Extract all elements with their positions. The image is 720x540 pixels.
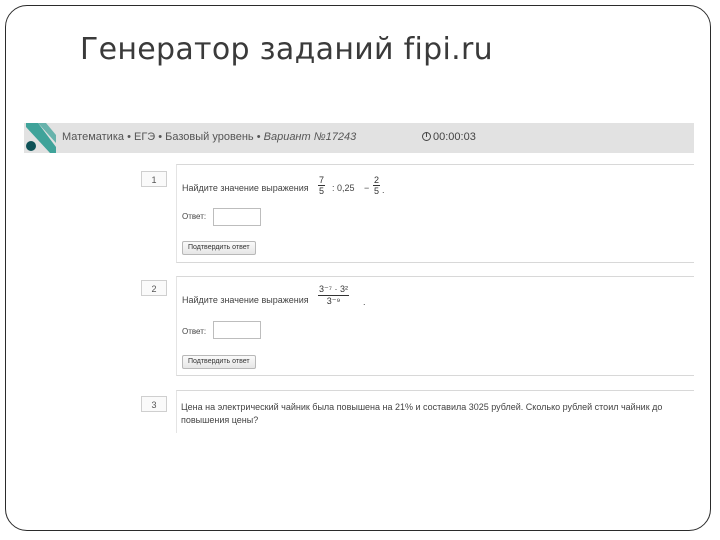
task-2-answer-label: Ответ: xyxy=(182,327,207,336)
task-3-text: Цена на электрический чайник была повыше… xyxy=(181,402,663,425)
task-1-fraction-a: 7 5 xyxy=(318,175,326,196)
header-bar: Математика • ЕГЭ • Базовый уровень • Вар… xyxy=(24,123,694,153)
slide-title: Генератор заданий fipi.ru xyxy=(80,32,493,67)
breadcrumb-separator: • xyxy=(127,131,131,143)
task-1-answer-input[interactable] xyxy=(213,208,261,226)
task-1-minus: − xyxy=(364,183,370,193)
breadcrumb-level[interactable]: Базовый уровень xyxy=(165,131,253,143)
task-number-2: 2 xyxy=(141,280,167,296)
task-2-submit-button[interactable]: Подтвердить ответ xyxy=(182,355,256,369)
task-1-answer-label: Ответ: xyxy=(182,212,207,221)
timer: 00:00:03 xyxy=(422,131,476,143)
fraction-denominator: 5 xyxy=(319,186,325,196)
breadcrumb-subject[interactable]: Математика xyxy=(62,131,124,143)
breadcrumb: Математика • ЕГЭ • Базовый уровень • Вар… xyxy=(62,131,356,143)
breadcrumb-variant: Вариант №17243 xyxy=(263,131,357,143)
task-1-fraction-b: 2 5 xyxy=(373,175,381,196)
fraction-denominator: 3⁻⁹ xyxy=(326,296,341,306)
task-2-prompt: Найдите значение выражения xyxy=(182,295,309,305)
breadcrumb-separator: • xyxy=(256,131,261,143)
timer-value: 00:00:03 xyxy=(433,131,476,143)
embedded-screenshot: Математика • ЕГЭ • Базовый уровень • Вар… xyxy=(24,123,694,433)
fraction-numerator: 7 xyxy=(318,175,326,186)
clock-icon xyxy=(422,132,431,141)
task-1-operator: : 0,25 xyxy=(332,183,355,193)
fraction-numerator: 3⁻⁷ · 3² xyxy=(318,284,350,296)
task-2-fraction: 3⁻⁷ · 3² 3⁻⁹ xyxy=(318,284,350,307)
task-1-period: . xyxy=(382,185,385,195)
fraction-numerator: 2 xyxy=(373,175,381,186)
task-1-submit-button[interactable]: Подтвердить ответ xyxy=(182,241,256,255)
task-1-prompt: Найдите значение выражения xyxy=(182,183,309,193)
task-2-period: . xyxy=(363,297,366,307)
task-2-answer-input[interactable] xyxy=(213,321,261,339)
task-number-3: 3 xyxy=(141,396,167,412)
breadcrumb-separator: • xyxy=(158,131,163,143)
breadcrumb-exam[interactable]: ЕГЭ xyxy=(134,131,155,143)
fipi-logo-icon xyxy=(24,123,58,153)
fraction-denominator: 5 xyxy=(374,186,380,196)
task-number-1: 1 xyxy=(141,171,167,187)
